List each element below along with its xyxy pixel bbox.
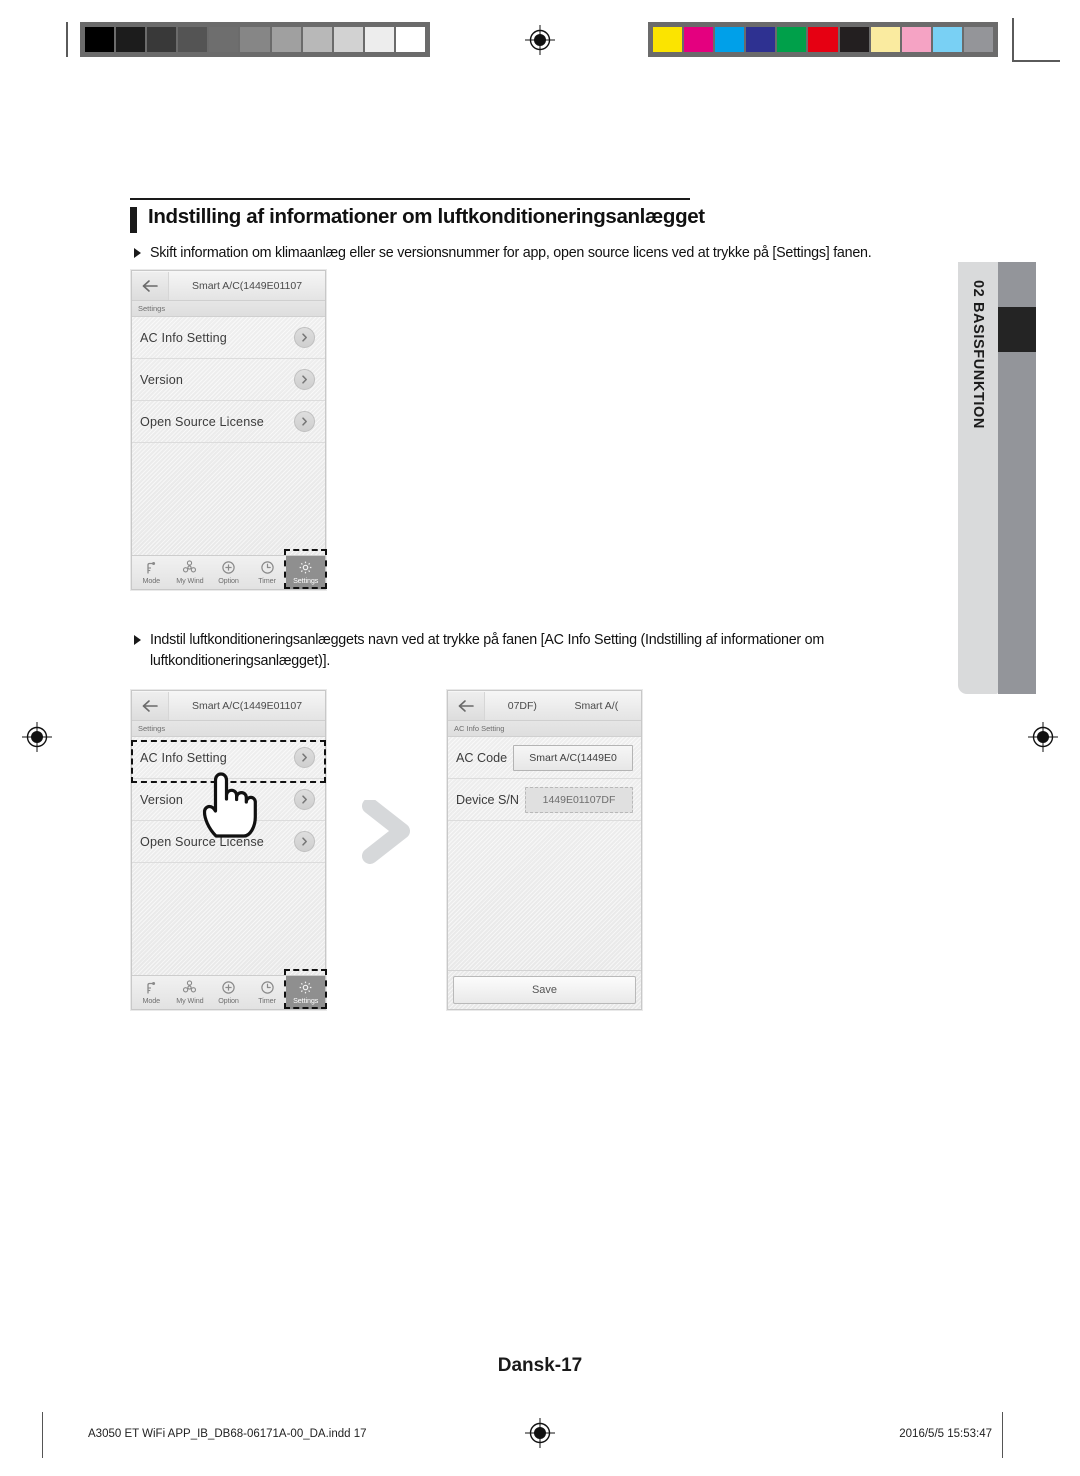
app-title-bar: 07DF) Smart A/(: [448, 691, 641, 721]
field-label-ac-code: AC Code: [456, 750, 508, 765]
ac-code-input[interactable]: Smart A/C(1449E0: [513, 744, 633, 771]
side-tab-text-wrap: 02 BASISFUNKTION: [958, 262, 998, 694]
phone-mockup-settings-list-tapped: Smart A/C(1449E01107 Settings AC Info Se…: [131, 690, 326, 1010]
settings-list: AC Info Setting Version Open Source Lice…: [132, 317, 325, 555]
back-arrow-icon[interactable]: [448, 691, 485, 720]
device-sn-input: 1449E01107DF: [525, 786, 633, 813]
nav-item-mode[interactable]: Mode: [132, 556, 171, 589]
clock-icon: [260, 560, 275, 575]
app-title: Smart A/C(1449E01107: [191, 279, 303, 292]
footer-rule-right: [1002, 1412, 1003, 1458]
bullet-text-1: Skift information om klimaanlæg eller se…: [150, 245, 872, 261]
chevron-right-icon[interactable]: [294, 831, 315, 852]
page-title: Indstilling af informationer om luftkond…: [148, 205, 705, 228]
flow-arrow-icon: [358, 798, 414, 869]
chevron-right-icon[interactable]: [294, 747, 315, 768]
chevron-right-icon[interactable]: [294, 789, 315, 810]
bullet-triangle-icon: [134, 248, 141, 258]
field-label-device-sn: Device S/N: [456, 792, 519, 807]
page-number: Dansk-17: [497, 1355, 583, 1376]
section-subbar: Settings: [132, 301, 325, 317]
side-tab-label: 02 BASISFUNKTION: [970, 280, 986, 429]
nav-item-label: Settings: [293, 576, 319, 585]
save-button[interactable]: Save: [453, 976, 636, 1004]
nav-item-my-wind[interactable]: My Wind: [171, 556, 210, 589]
app-title-right: Smart A/(: [574, 699, 619, 712]
gear-icon: [298, 980, 313, 995]
nav-item-settings[interactable]: Settings: [286, 556, 325, 589]
app-title-bar: Smart A/C(1449E01107: [132, 691, 325, 721]
mode-icon: [144, 560, 158, 575]
form-row-device-sn: Device S/N 1449E01107DF: [448, 779, 641, 821]
nav-item-label: Option: [218, 996, 239, 1005]
nav-item-option[interactable]: Option: [209, 976, 248, 1009]
list-item-version[interactable]: Version: [132, 359, 325, 401]
back-arrow-icon[interactable]: [132, 691, 169, 720]
bottom-navigation-bar: Mode My Wind Option Timer Settings: [132, 975, 325, 1009]
side-tab-chapter-marker: [998, 307, 1036, 352]
list-item-open-source-license[interactable]: Open Source License: [132, 401, 325, 443]
bullet-item-2: Indstil luftkonditioneringsanlæggets nav…: [134, 630, 924, 672]
bullet-item-1: Skift information om klimaanlæg eller se…: [134, 243, 934, 264]
chapter-side-tab: 02 BASISFUNKTION: [958, 262, 1036, 694]
page-content: Indstilling af informationer om luftkond…: [0, 0, 1080, 1476]
chevron-right-icon[interactable]: [294, 411, 315, 432]
back-arrow-icon[interactable]: [132, 271, 169, 300]
mode-icon: [144, 980, 158, 995]
nav-item-timer[interactable]: Timer: [248, 556, 287, 589]
nav-item-label: Mode: [142, 996, 161, 1005]
list-item-label: Open Source License: [140, 834, 264, 849]
list-item-label: Version: [140, 372, 184, 387]
nav-item-mode[interactable]: Mode: [132, 976, 171, 1009]
bullet-text-2: Indstil luftkonditioneringsanlæggets nav…: [150, 632, 825, 669]
phone-mockup-settings-list: Smart A/C(1449E01107 Settings AC Info Se…: [131, 270, 326, 590]
list-item-label: AC Info Setting: [140, 750, 227, 765]
heading-accent-bar: [130, 207, 137, 233]
gear-icon: [298, 560, 313, 575]
clock-icon: [260, 980, 275, 995]
bottom-navigation-bar: Mode My Wind Option Timer Settings: [132, 555, 325, 589]
footer-date: 2016/5/5 15:53:47: [899, 1428, 992, 1440]
footer-filename: A3050 ET WiFi APP_IB_DB68-06171A-00_DA.i…: [88, 1428, 367, 1440]
chevron-right-icon[interactable]: [294, 327, 315, 348]
ac-info-form: AC Code Smart A/C(1449E0 Device S/N 1449…: [448, 737, 641, 970]
list-item-label: AC Info Setting: [140, 330, 227, 345]
bullet-triangle-icon: [134, 635, 141, 645]
app-title-bar: Smart A/C(1449E01107: [132, 271, 325, 301]
nav-item-label: Timer: [258, 576, 276, 585]
chevron-right-icon[interactable]: [294, 369, 315, 390]
list-item-version[interactable]: Version: [132, 779, 325, 821]
section-subbar: Settings: [132, 721, 325, 737]
list-item-ac-info-setting[interactable]: AC Info Setting: [132, 317, 325, 359]
save-bar: Save: [448, 970, 641, 1009]
nav-item-label: Settings: [293, 996, 319, 1005]
list-item-open-source-license[interactable]: Open Source License: [132, 821, 325, 863]
nav-item-settings[interactable]: Settings: [286, 976, 325, 1009]
nav-item-option[interactable]: Option: [209, 556, 248, 589]
form-row-ac-code: AC Code Smart A/C(1449E0: [448, 737, 641, 779]
list-item-ac-info-setting[interactable]: AC Info Setting: [132, 737, 325, 779]
nav-item-label: My Wind: [176, 996, 204, 1005]
plus-circle-icon: [221, 560, 236, 575]
nav-item-label: Timer: [258, 996, 276, 1005]
app-title: 07DF) Smart A/(: [485, 700, 641, 712]
settings-list: AC Info Setting Version Open Source Lice…: [132, 737, 325, 975]
phone-mockup-ac-info-setting: 07DF) Smart A/( AC Info Setting AC Code …: [447, 690, 642, 1010]
footer-rule-left: [42, 1412, 43, 1458]
section-subbar: AC Info Setting: [448, 721, 641, 737]
heading-rule: [130, 198, 690, 200]
nav-item-label: Mode: [142, 576, 161, 585]
plus-circle-icon: [221, 980, 236, 995]
nav-item-label: My Wind: [176, 576, 204, 585]
fan-icon: [182, 560, 197, 575]
list-item-label: Open Source License: [140, 414, 264, 429]
app-title-left: 07DF): [507, 699, 537, 712]
app-title: Smart A/C(1449E01107: [191, 699, 303, 712]
nav-item-timer[interactable]: Timer: [248, 976, 287, 1009]
fan-icon: [182, 980, 197, 995]
nav-item-label: Option: [218, 576, 239, 585]
nav-item-my-wind[interactable]: My Wind: [171, 976, 210, 1009]
list-item-label: Version: [140, 792, 184, 807]
